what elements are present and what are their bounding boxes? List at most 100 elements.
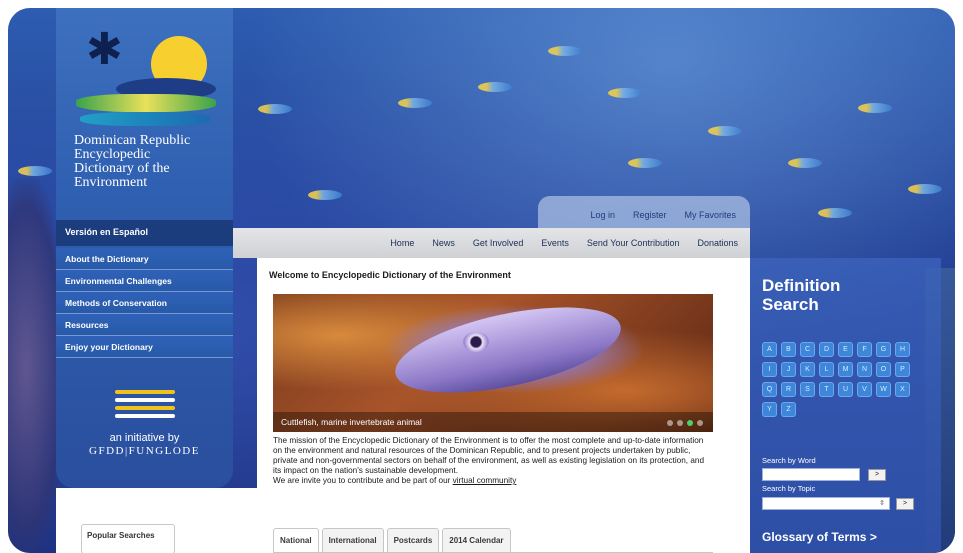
site-title-line: Dictionary of the: [74, 161, 170, 176]
letter-button[interactable]: C: [800, 342, 815, 357]
slide-indicators: [667, 420, 703, 426]
side-navigation: About the Dictionary Environmental Chall…: [56, 248, 233, 358]
side-nav-about[interactable]: About the Dictionary: [56, 248, 233, 270]
letter-button[interactable]: Y: [762, 402, 777, 417]
letter-button[interactable]: A: [762, 342, 777, 357]
virtual-community-link[interactable]: virtual community: [453, 476, 517, 485]
top-navigation: Home News Get Involved Events Send Your …: [233, 228, 750, 258]
fish-decoration: [708, 126, 742, 136]
slide-dot[interactable]: [667, 420, 673, 426]
fish-decoration: [478, 82, 512, 92]
letter-button[interactable]: Z: [781, 402, 796, 417]
spanish-version-link[interactable]: Versión en Español: [56, 220, 233, 246]
side-nav-challenges[interactable]: Environmental Challenges: [56, 270, 233, 292]
letter-button[interactable]: T: [819, 382, 834, 397]
nav-get-involved[interactable]: Get Involved: [473, 238, 524, 248]
fish-decoration: [258, 104, 292, 114]
fish-decoration: [858, 103, 892, 113]
hero-slideshow[interactable]: Cuttlefish, marine invertebrate animal: [273, 294, 713, 432]
left-bottom-panel: Popular Searches: [56, 488, 257, 553]
letter-button[interactable]: D: [819, 342, 834, 357]
tab-international[interactable]: International: [321, 528, 384, 553]
initiative-org: GFDD|FUNGLODE: [89, 445, 200, 457]
left-column: ✱ Dominican Republic Encyclopedic Dictio…: [56, 8, 233, 488]
letter-button[interactable]: I: [762, 362, 777, 377]
hero-caption-text: Cuttlefish, marine invertebrate animal: [281, 417, 422, 427]
user-links: Log in Register My Favorites: [538, 196, 750, 228]
letter-button[interactable]: L: [819, 362, 834, 377]
letter-button[interactable]: R: [781, 382, 796, 397]
fish-decoration: [398, 98, 432, 108]
tab-postcards[interactable]: Postcards: [386, 528, 440, 553]
gfdd-logo-icon: [114, 390, 175, 424]
mission-text: The mission of the Encyclopedic Dictiona…: [273, 436, 713, 486]
letter-button[interactable]: B: [781, 342, 796, 357]
nav-home[interactable]: Home: [390, 238, 414, 248]
nav-send-contribution[interactable]: Send Your Contribution: [587, 238, 680, 248]
cuttlefish-image: [388, 294, 628, 410]
search-word-input[interactable]: [762, 468, 860, 481]
site-logo[interactable]: ✱ Dominican Republic Encyclopedic Dictio…: [56, 8, 233, 220]
letter-button[interactable]: H: [895, 342, 910, 357]
definition-search-title-line: Definition: [762, 276, 841, 295]
fish-decoration: [18, 166, 52, 176]
tab-calendar[interactable]: 2014 Calendar: [442, 528, 511, 553]
letter-button[interactable]: F: [857, 342, 872, 357]
login-link[interactable]: Log in: [590, 210, 615, 220]
site-title-line: Environment: [74, 175, 148, 190]
search-by-word-label: Search by Word: [762, 456, 816, 465]
letter-button[interactable]: P: [895, 362, 910, 377]
chevron-updown-icon: ⇳: [879, 500, 885, 507]
fish-decoration: [788, 158, 822, 168]
site-title-line: Encyclopedic: [74, 147, 151, 162]
letter-button[interactable]: O: [876, 362, 891, 377]
content-tabs: National International Postcards 2014 Ca…: [273, 528, 511, 553]
invite-text: We are invite you to contribute and be p…: [273, 476, 451, 485]
site-title: Dominican Republic Encyclopedic Dictiona…: [74, 134, 224, 190]
search-word-button[interactable]: >: [868, 469, 886, 481]
letter-button[interactable]: G: [876, 342, 891, 357]
main-content: Welcome to Encyclopedic Dictionary of th…: [257, 258, 750, 553]
letter-button[interactable]: U: [838, 382, 853, 397]
side-nav-conservation[interactable]: Methods of Conservation: [56, 292, 233, 314]
fish-decoration: [628, 158, 662, 168]
initiative-label: an initiative by: [109, 432, 180, 444]
letter-button[interactable]: J: [781, 362, 796, 377]
letter-button[interactable]: Q: [762, 382, 777, 397]
letter-button[interactable]: S: [800, 382, 815, 397]
tab-national[interactable]: National: [273, 528, 319, 553]
slide-dot[interactable]: [697, 420, 703, 426]
letter-button[interactable]: W: [876, 382, 891, 397]
nav-donations[interactable]: Donations: [697, 238, 738, 248]
favorites-link[interactable]: My Favorites: [684, 210, 736, 220]
search-topic-button[interactable]: >: [896, 498, 914, 510]
side-nav-enjoy[interactable]: Enjoy your Dictionary: [56, 336, 233, 358]
popular-searches-tab[interactable]: Popular Searches: [81, 524, 175, 553]
site-title-line: Dominican Republic: [74, 133, 191, 148]
definition-search-title: Definition Search: [762, 276, 840, 314]
search-by-topic-label: Search by Topic: [762, 484, 816, 493]
palm-tree-icon: ✱: [86, 25, 123, 74]
side-nav-resources[interactable]: Resources: [56, 314, 233, 336]
welcome-heading: Welcome to Encyclopedic Dictionary of th…: [269, 270, 511, 280]
initiative-block[interactable]: an initiative by GFDD|FUNGLODE: [56, 368, 233, 478]
fish-decoration: [608, 88, 642, 98]
letter-button[interactable]: N: [857, 362, 872, 377]
cuttlefish-eye: [463, 332, 489, 352]
letter-button[interactable]: E: [838, 342, 853, 357]
letter-button[interactable]: K: [800, 362, 815, 377]
nav-events[interactable]: Events: [541, 238, 569, 248]
slide-dot-active[interactable]: [687, 420, 693, 426]
letter-button[interactable]: V: [857, 382, 872, 397]
register-link[interactable]: Register: [633, 210, 667, 220]
fish-decoration: [548, 46, 582, 56]
letter-button[interactable]: M: [838, 362, 853, 377]
fish-decoration: [308, 190, 342, 200]
nav-news[interactable]: News: [432, 238, 455, 248]
glossary-link[interactable]: Glossary of Terms >: [762, 530, 877, 544]
letter-button[interactable]: X: [895, 382, 910, 397]
sea-icon: [80, 112, 210, 126]
topic-select[interactable]: ⇳: [762, 497, 890, 510]
hero-caption: Cuttlefish, marine invertebrate animal: [273, 412, 713, 432]
slide-dot[interactable]: [677, 420, 683, 426]
